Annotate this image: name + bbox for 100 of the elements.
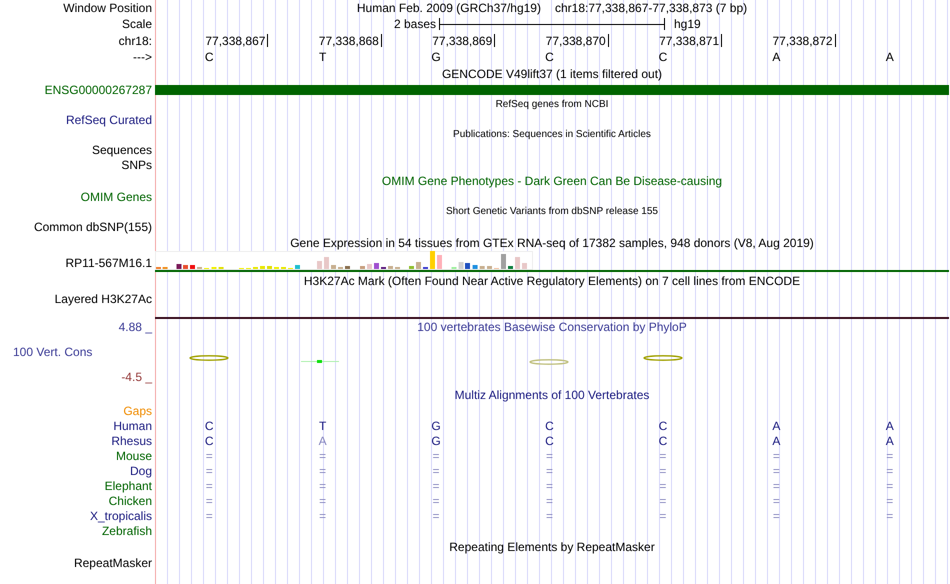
base-letter: A	[886, 50, 894, 64]
track-title: Publications: Sequences in Scientific Articles	[453, 128, 651, 140]
axis-max-label: 4.88 _	[118, 320, 152, 334]
track-title: Gene Expression in 54 tissues from GTEx RNA-seq of 17382 samples, 948 donors (V8, Aug 2019)	[290, 236, 814, 250]
base-letter: A	[772, 50, 780, 64]
alignment-base: =	[772, 464, 780, 478]
alignment-base: =	[659, 508, 666, 522]
track-label: SNPs	[121, 158, 152, 172]
assembly-label: hg19	[674, 17, 701, 31]
alignment-base: =	[886, 494, 894, 508]
alignment-base: =	[319, 464, 326, 478]
alignment-base: =	[432, 508, 440, 522]
alignment-base: =	[432, 448, 440, 462]
track-label: 100 Vert. Cons	[12, 345, 92, 359]
alignment-base: =	[659, 478, 666, 492]
alignment-base: A	[318, 434, 327, 448]
alignment-base: C	[545, 418, 554, 432]
alignment-base: =	[206, 478, 213, 492]
alignment-base: =	[546, 508, 553, 522]
alignment-base: =	[206, 464, 213, 478]
track-title: RefSeq genes from NCBI	[496, 98, 608, 110]
alignment-base: =	[659, 494, 666, 508]
alignment-base: =	[432, 464, 440, 478]
alignment-base: =	[319, 508, 326, 522]
coordinate-label: 77,338,869	[432, 34, 492, 48]
species-label: Elephant	[104, 478, 152, 492]
alignment-base: =	[206, 494, 213, 508]
position-text: chr18:77,338,867-77,338,873 (7 bp)	[554, 1, 748, 15]
alignment-base: =	[886, 478, 894, 492]
gene-label: ENSG00000267287	[44, 82, 152, 96]
alignment-base: =	[546, 478, 553, 492]
track-label: Sequences	[92, 142, 152, 156]
species-label: Dog	[130, 464, 152, 478]
track-title: Multiz Alignments of 100 Vertebrates	[454, 388, 650, 402]
alignment-base: A	[772, 434, 780, 448]
alignment-base: =	[886, 464, 894, 478]
track-title: GENCODE V49lift37 (1 items filtered out)	[442, 66, 662, 80]
alignment-base: =	[886, 508, 894, 522]
coordinate-label: 77,338,870	[546, 34, 606, 48]
alignment-base: =	[659, 448, 666, 462]
alignment-base: G	[431, 434, 441, 448]
base-letter: C	[204, 50, 214, 64]
alignment-base: =	[546, 464, 553, 478]
track-label: RepeatMasker	[74, 556, 152, 570]
species-label: Zebrafish	[102, 524, 152, 538]
coordinate-label: 77,338,872	[772, 34, 833, 48]
alignment-base: =	[546, 448, 553, 462]
base-letter: C	[545, 50, 554, 64]
alignment-base: =	[772, 478, 780, 492]
alignment-base: =	[206, 508, 213, 522]
track-label: Gaps	[123, 404, 152, 418]
track-title: H3K27Ac Mark (Often Found Near Active Regulatory Elements) on 7 cell lines from ENCODE	[304, 274, 800, 288]
track-label: RefSeq Curated	[66, 112, 152, 126]
track-label: Scale	[122, 17, 152, 31]
alignment-base: G	[431, 418, 441, 432]
alignment-base: =	[206, 448, 213, 462]
alignment-base: =	[886, 448, 894, 462]
coordinate-label: 77,338,871	[659, 34, 720, 48]
species-label: Chicken	[108, 494, 152, 508]
scale-text: 2 bases	[394, 17, 436, 31]
coordinate-label: 77,338,868	[318, 34, 379, 48]
alignment-base: =	[432, 478, 440, 492]
track-title: 100 vertebrates Basewise Conservation by PhyloP	[417, 320, 687, 334]
alignment-base: =	[432, 494, 440, 508]
base-letter: C	[658, 50, 668, 64]
track-title: Repeating Elements by RepeatMasker	[449, 540, 655, 554]
alignment-base: T	[318, 418, 326, 432]
alignment-base: =	[319, 448, 326, 462]
alignment-base: C	[204, 434, 214, 448]
axis-min-label: -4.5 _	[121, 370, 152, 384]
alignment-base: =	[772, 508, 780, 522]
base-letter: T	[318, 50, 326, 64]
alignment-base: C	[545, 434, 554, 448]
alignment-base: =	[772, 494, 780, 508]
gene-label: RP11-567M16.1	[66, 256, 152, 270]
track-title: Short Genetic Variants from dbSNP release 155	[446, 206, 658, 218]
assembly-title: Human Feb. 2009 (GRCh37/hg19)	[356, 1, 541, 15]
track-label: Window Position	[63, 1, 152, 15]
alignment-base: C	[204, 418, 214, 432]
track-title: OMIM Gene Phenotypes - Dark Green Can Be Disease-causing	[382, 174, 722, 188]
alignment-base: =	[772, 448, 780, 462]
species-label: Mouse	[116, 448, 152, 462]
track-label: Layered H3K27Ac	[54, 292, 152, 306]
base-letter: G	[431, 50, 441, 64]
track-label: chr18:	[118, 34, 152, 48]
alignment-base: =	[659, 464, 666, 478]
alignment-base: C	[658, 418, 668, 432]
alignment-base: =	[546, 494, 553, 508]
track-label: OMIM Genes	[80, 190, 152, 204]
alignment-base: A	[772, 418, 780, 432]
alignment-base: A	[886, 418, 894, 432]
species-label: Human	[113, 418, 152, 432]
track-label: Common dbSNP(155)	[34, 220, 152, 234]
species-label: Rhesus	[111, 434, 152, 448]
alignment-base: A	[886, 434, 894, 448]
alignment-base: =	[319, 494, 326, 508]
coordinate-label: 77,338,867	[205, 34, 266, 48]
species-label: X_tropicalis	[90, 508, 152, 522]
track-label: --->	[133, 50, 152, 64]
alignment-base: C	[658, 434, 668, 448]
